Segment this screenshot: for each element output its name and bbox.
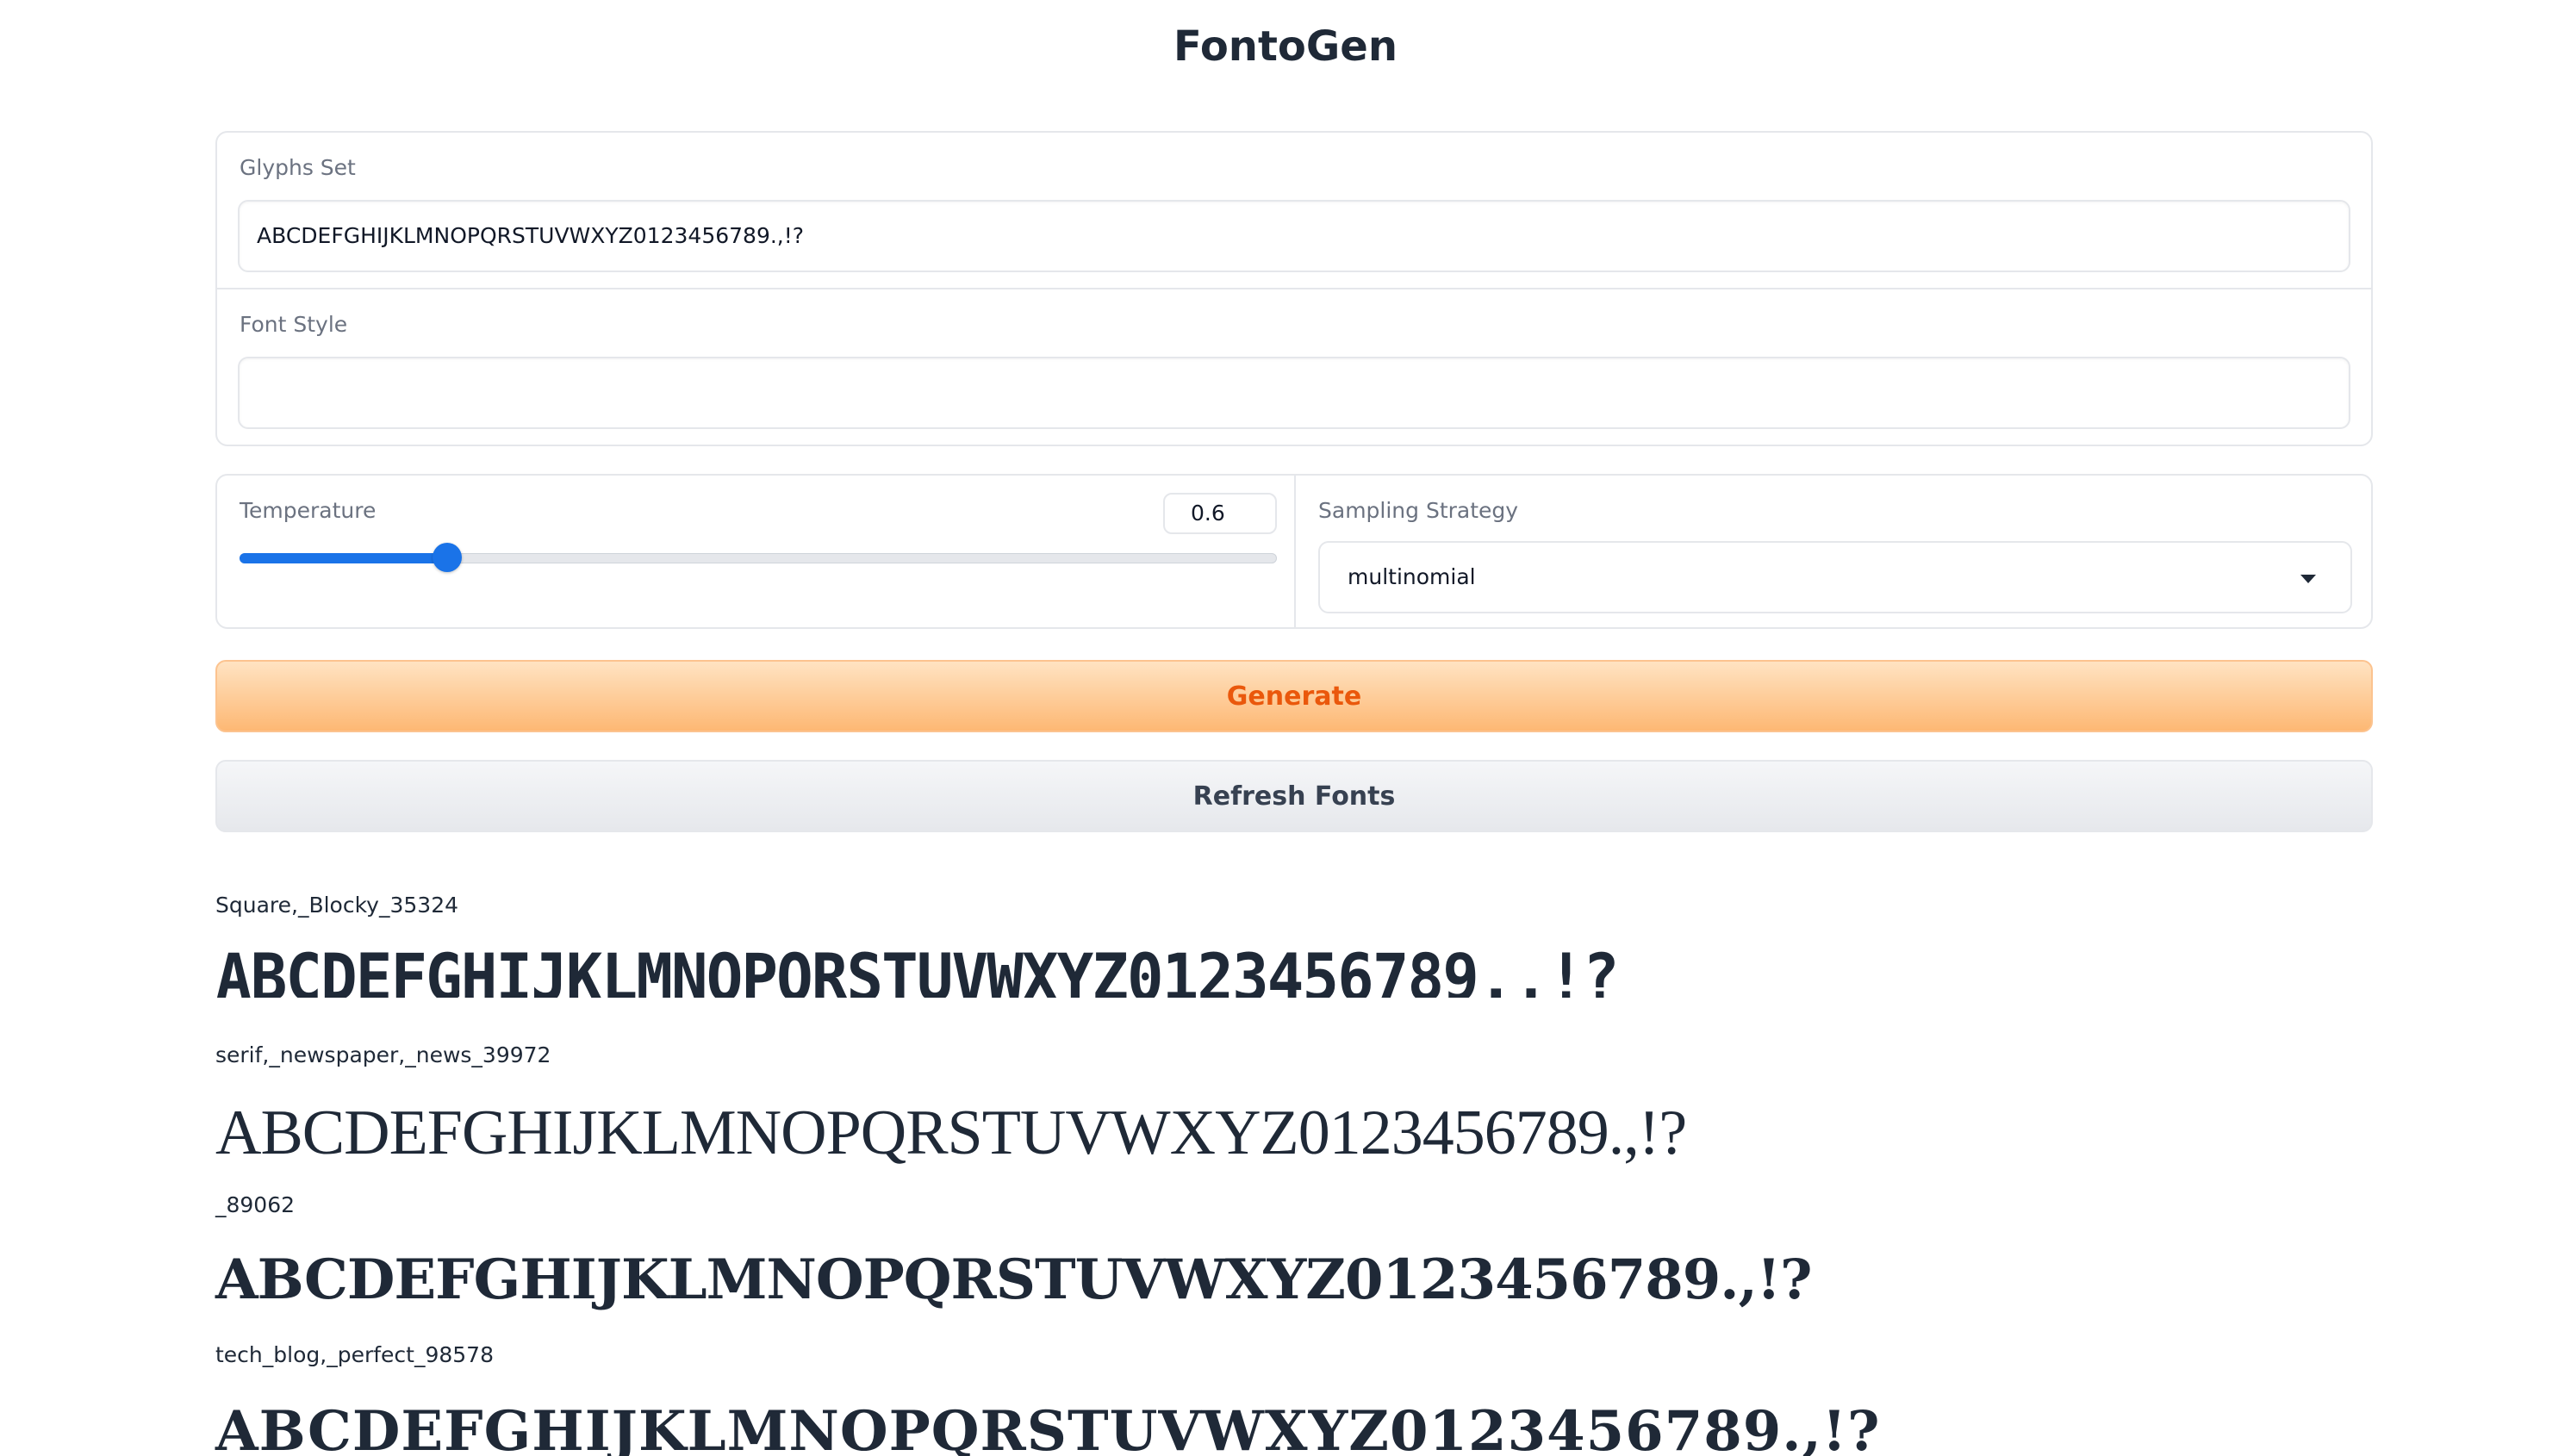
sampling-strategy-dropdown[interactable]: multinomial	[1318, 541, 2352, 613]
font-style-label: Font Style	[240, 312, 348, 337]
glyphs-set-label: Glyphs Set	[240, 155, 356, 180]
temperature-slider-track[interactable]	[240, 553, 1277, 563]
sampling-strategy-block: Sampling Strategy multinomial	[1296, 476, 2373, 627]
font-style-block: Font Style	[217, 289, 2371, 445]
font-name-4: tech_blog,_perfect_98578	[215, 1342, 494, 1367]
font-style-input[interactable]	[238, 357, 2350, 429]
temperature-slider-fill	[240, 553, 447, 563]
temperature-block: Temperature 0.6	[217, 476, 1296, 627]
font-sample-3: ABCDEFGHIJKLMNOPQRSTUVWXYZ0123456789.,!?	[215, 1248, 1812, 1312]
temperature-number-input[interactable]: 0.6	[1163, 493, 1277, 534]
app-page: FontoGen Glyphs Set ABCDEFGHIJKLMNOPQRST…	[0, 0, 2571, 1456]
font-sample-4: ABCDEFGHIJKLMNOPQRSTUVWXYZ0123456789.,!?	[215, 1399, 1881, 1456]
text-inputs-panel: Glyphs Set ABCDEFGHIJKLMNOPQRSTUVWXYZ012…	[215, 131, 2373, 446]
sampling-panel: Temperature 0.6 Sampling Strategy multin…	[215, 474, 2373, 629]
sampling-strategy-value: multinomial	[1348, 564, 1476, 589]
font-name-3: _89062	[215, 1192, 296, 1217]
temperature-label: Temperature	[240, 498, 377, 523]
refresh-fonts-button[interactable]: Refresh Fonts	[215, 760, 2373, 832]
font-sample-1: ABCDEFGHIJKLMNOPQRSTUVWXYZ0123456789.,!?	[215, 943, 1618, 998]
font-sample-2: ABCDEFGHIJKLMNOPQRSTUVWXYZ0123456789.,!?	[215, 1098, 1687, 1168]
glyphs-set-block: Glyphs Set ABCDEFGHIJKLMNOPQRSTUVWXYZ012…	[217, 133, 2371, 289]
sampling-strategy-label: Sampling Strategy	[1318, 498, 1519, 523]
glyphs-set-input[interactable]: ABCDEFGHIJKLMNOPQRSTUVWXYZ0123456789.,!?	[238, 200, 2350, 272]
app-title: FontoGen	[1173, 22, 1398, 71]
temperature-slider-thumb[interactable]	[432, 543, 462, 572]
font-name-2: serif,_newspaper,_news_39972	[215, 1042, 551, 1067]
font-name-1: Square,_Blocky_35324	[215, 893, 459, 918]
generate-button[interactable]: Generate	[215, 660, 2373, 732]
dropdown-caret-icon	[2300, 575, 2316, 583]
